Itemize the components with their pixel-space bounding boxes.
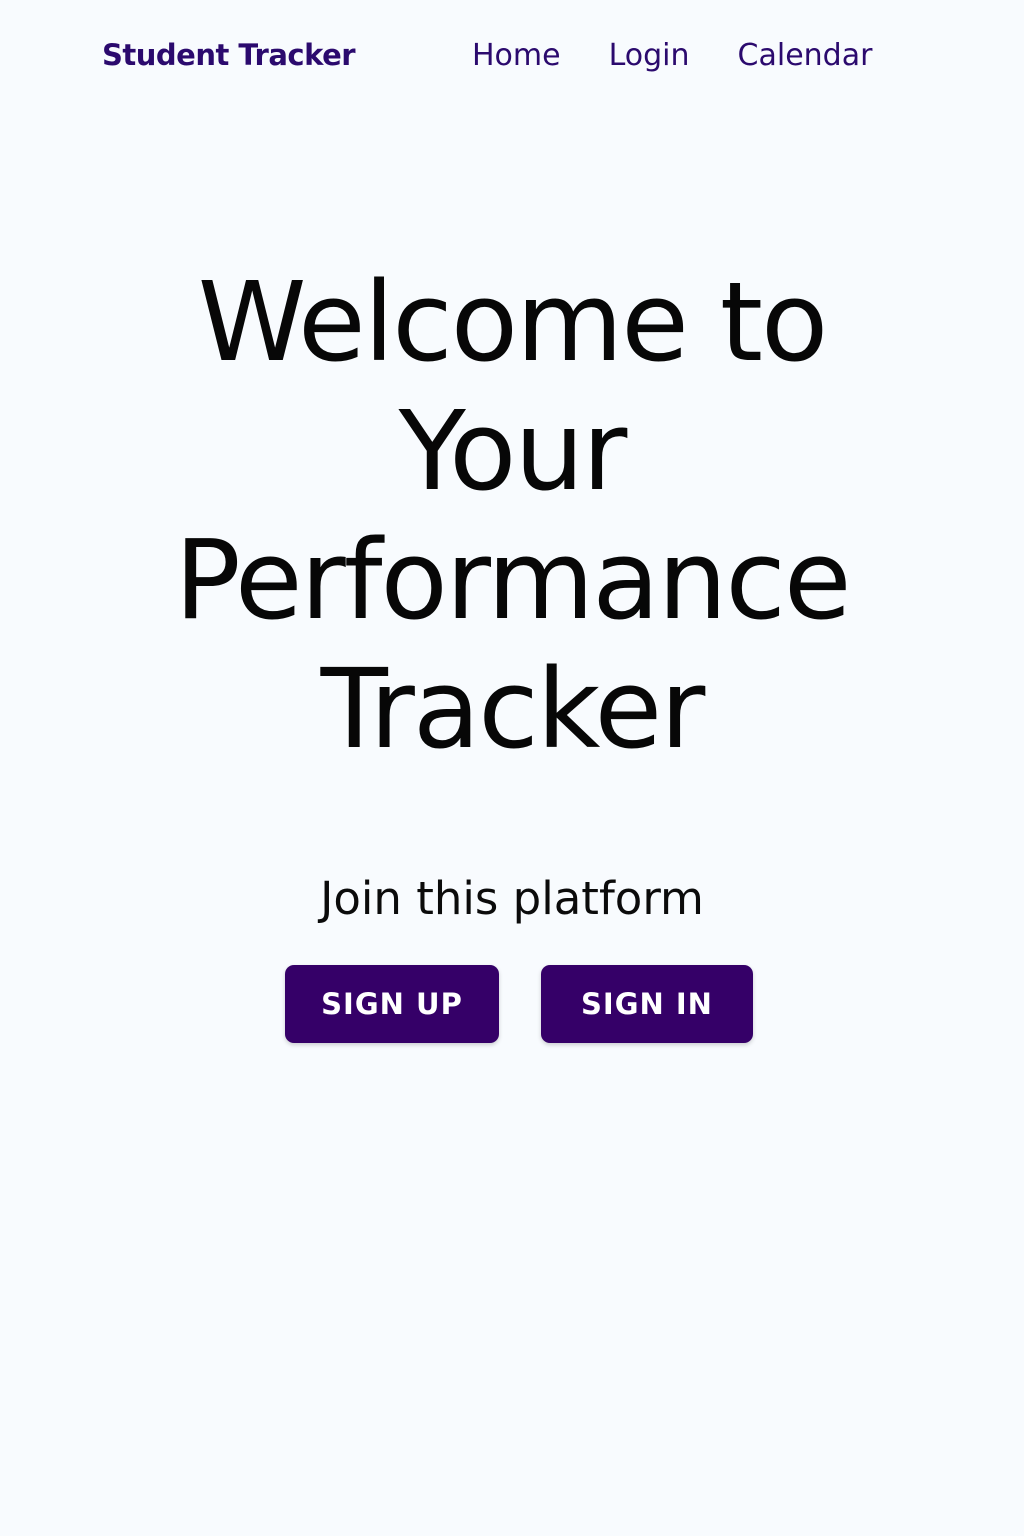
landing-page: Student Tracker Home Login Calendar Welc… xyxy=(0,0,1024,1536)
brand-logo-link[interactable]: Student Tracker xyxy=(102,38,356,72)
join-platform-text: Join this platform xyxy=(320,872,704,925)
auth-actions: SIGN UP SIGN IN xyxy=(0,965,1024,1043)
main-navigation: Home Login Calendar xyxy=(472,38,872,73)
sign-in-button[interactable]: SIGN IN xyxy=(541,965,753,1043)
nav-link-calendar[interactable]: Calendar xyxy=(738,38,873,73)
page-title: Welcome to Your Performance Tracker xyxy=(174,258,851,773)
nav-link-home[interactable]: Home xyxy=(472,38,561,73)
nav-link-login[interactable]: Login xyxy=(609,38,690,73)
top-navbar: Student Tracker Home Login Calendar xyxy=(0,0,1024,118)
hero-section: Welcome to Your Performance Tracker xyxy=(0,258,1024,774)
sign-up-button[interactable]: SIGN UP xyxy=(285,965,499,1043)
